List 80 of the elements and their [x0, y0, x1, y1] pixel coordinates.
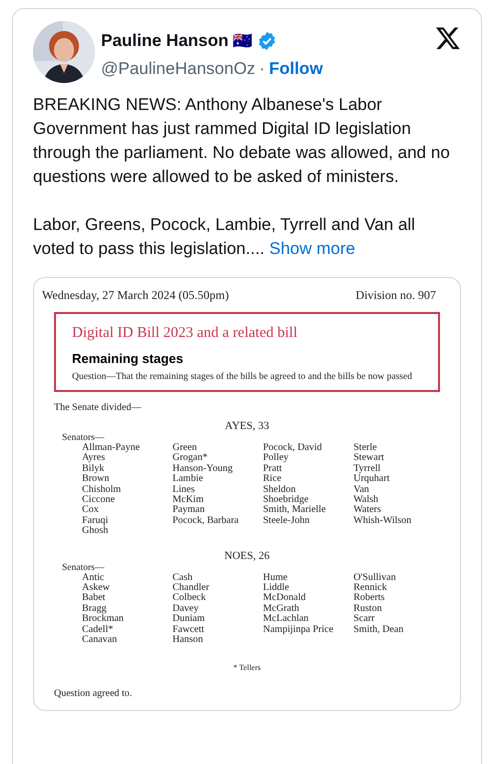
- senator-name: Fawcett: [172, 624, 204, 636]
- senator-name: Polley: [263, 453, 289, 464]
- x-logo-icon[interactable]: [435, 25, 461, 51]
- senator-name: Colbeck: [172, 593, 206, 604]
- follow-link[interactable]: Follow: [268, 56, 323, 81]
- senator-name: Askew: [82, 583, 110, 594]
- senator-name: Chisholm: [82, 484, 121, 495]
- senator-name: Stewart: [354, 453, 384, 464]
- senator-name: O'Sullivan: [354, 572, 396, 583]
- bill-title: Digital ID Bill 2023 and a related bill: [72, 324, 298, 343]
- vote-heading: AYES, 33: [224, 419, 270, 433]
- tweet-text: Labor, Greens, Pocock, Lambie, Tyrrell and Van all voted to pass this legislation.... Show more: [33, 214, 416, 260]
- senator-name: Ayres: [82, 453, 105, 464]
- author-name[interactable]: Pauline Hanson: [101, 28, 229, 54]
- separator: ·: [259, 58, 265, 80]
- senator-name: Ciccone: [82, 495, 115, 506]
- tweet-text: BREAKING NEWS: Anthony Albanese's Labor Government has just rammed Digital ID legislation through the parliament. No debate was allowed, and no questions were allowed to be asked of ministers.: [33, 94, 451, 188]
- tellers-note: * Tellers: [232, 662, 262, 674]
- senator-name: Rice: [263, 474, 282, 485]
- senator-name: Lines: [172, 484, 195, 495]
- senator-name: Liddle: [263, 583, 290, 594]
- division-intro: The Senate divided—: [54, 401, 142, 415]
- document-date: Wednesday, 27 March 2024 (05.50pm): [42, 287, 229, 304]
- senator-name: Brockman: [82, 614, 124, 625]
- senator-name: Steele-John: [263, 516, 310, 526]
- senator-name: Ghosh: [82, 526, 108, 537]
- senator-name: Hume: [263, 572, 288, 583]
- senator-name: Lambie: [172, 474, 204, 485]
- group-label: Senators—: [62, 433, 104, 443]
- senator-name: Pocock, David: [263, 443, 322, 453]
- senator-name: Tyrrell: [354, 464, 381, 474]
- senator-name: Smith, Dean: [354, 624, 404, 636]
- senator-name: Green: [172, 443, 197, 453]
- senator-name: McGrath: [263, 604, 300, 614]
- senator-name: Davey: [172, 604, 199, 614]
- senator-name: Urquhart: [354, 474, 390, 485]
- senator-name: Pocock, Barbara: [172, 516, 239, 526]
- senator-name: Waters: [354, 505, 382, 516]
- senator-name: Brown: [82, 474, 110, 485]
- senator-name: Walsh: [354, 495, 378, 506]
- senator-name: Cash: [172, 572, 192, 583]
- senator-name: Canavan: [82, 635, 117, 646]
- senator-name: Sterle: [354, 443, 377, 453]
- senator-name: Pratt: [263, 464, 282, 474]
- senator-name: Cadell*: [82, 624, 114, 635]
- senator-name: Rennick: [354, 583, 387, 594]
- senator-name: Whish-Wilson: [354, 516, 412, 526]
- flag-emoji: 🇦🇺: [232, 30, 253, 52]
- question-text: Question—That the remaining stages of the bills be agreed to and the bills be now passed: [72, 372, 414, 382]
- senator-name: Grogan*: [172, 453, 208, 464]
- senator-name: Van: [354, 484, 370, 495]
- senator-name: Hanson: [172, 635, 204, 646]
- vote-heading: NOES, 26: [223, 548, 271, 563]
- result-text: Question agreed to.: [54, 686, 134, 700]
- senator-name: Hanson-Young: [172, 464, 233, 474]
- senator-name: McLachlan: [263, 614, 309, 625]
- senator-name: Smith, Marielle: [263, 505, 326, 516]
- stage-heading: Remaining stages: [72, 350, 184, 368]
- senator-name: Duniam: [172, 614, 205, 625]
- senator-name: Roberts: [354, 593, 385, 604]
- senator-name: Shoebridge: [263, 495, 309, 506]
- senator-name: Scarr: [354, 614, 375, 625]
- senator-name: Nampijinpa Price: [263, 624, 334, 636]
- senator-name: Babet: [82, 593, 106, 604]
- senator-name: McKim: [172, 495, 204, 506]
- group-label: Senators—: [62, 562, 104, 573]
- author-handle[interactable]: @PaulineHansonOz: [101, 56, 256, 81]
- senator-name: Sheldon: [263, 484, 296, 495]
- senator-name: Bragg: [82, 604, 106, 614]
- senator-name: Allman-Payne: [82, 443, 140, 454]
- senator-name: Faruqi: [82, 516, 108, 526]
- division-number: Division no. 907: [356, 287, 436, 304]
- senator-name: Cox: [82, 505, 99, 516]
- senator-name: Payman: [172, 505, 205, 516]
- senator-name: Chandler: [172, 583, 210, 594]
- senator-name: Antic: [82, 572, 104, 583]
- senator-name: McDonald: [263, 593, 306, 604]
- senator-name: Bilyk: [82, 464, 104, 474]
- show-more-link[interactable]: Show more: [269, 239, 356, 258]
- senator-name: Ruston: [354, 604, 382, 614]
